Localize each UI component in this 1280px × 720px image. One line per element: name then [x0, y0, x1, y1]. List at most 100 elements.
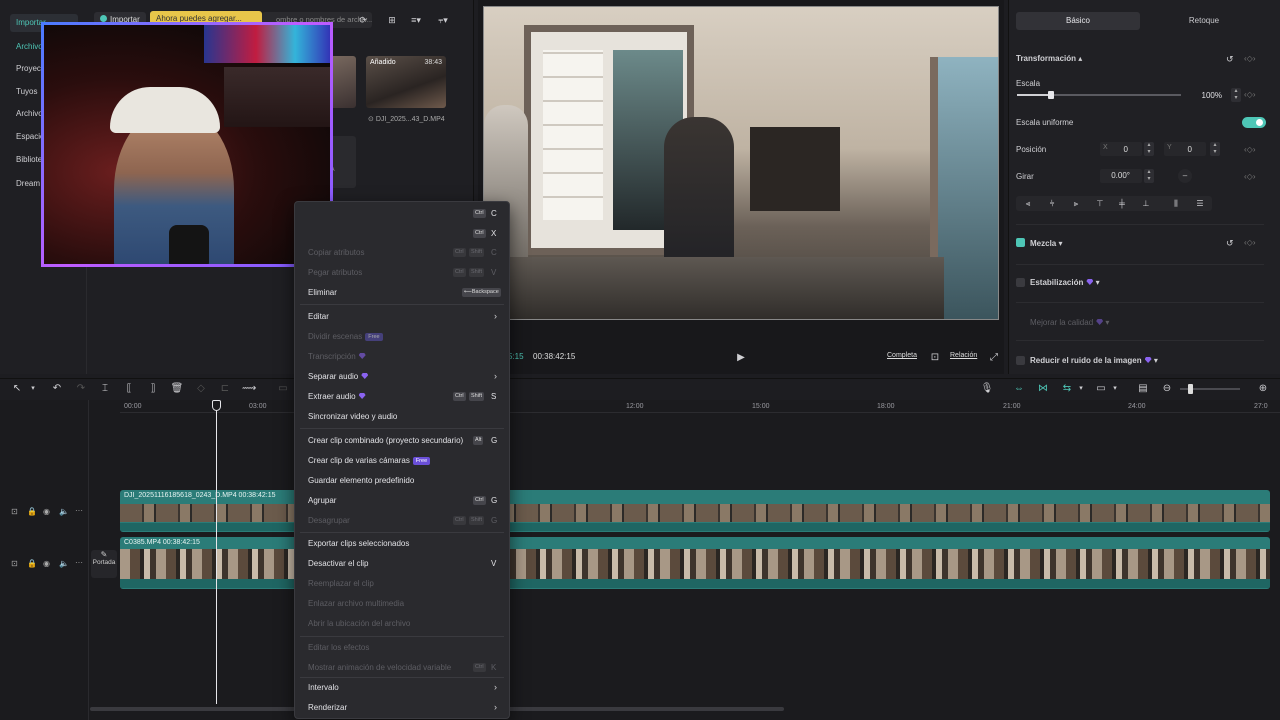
- chevron-down-icon[interactable]: ▾: [26, 382, 40, 396]
- align-center-v-icon[interactable]: ╪: [1116, 198, 1128, 209]
- playhead[interactable]: [216, 400, 217, 704]
- redo-icon[interactable]: ↷: [74, 382, 88, 396]
- scale-slider-handle[interactable]: [1048, 91, 1054, 99]
- split-icon[interactable]: ⌶: [98, 382, 112, 396]
- chevron-down-icon[interactable]: ▾: [1074, 382, 1088, 396]
- zoom-in-icon[interactable]: ⊕: [1256, 382, 1270, 396]
- position-y-field[interactable]: Y 0: [1164, 142, 1206, 156]
- more-icon[interactable]: ···: [75, 558, 83, 567]
- rotate-field[interactable]: 0.00°: [1100, 169, 1142, 183]
- align-center-h-icon[interactable]: ⫩: [1046, 198, 1058, 209]
- rotate-stepper[interactable]: ▴ ▾: [1144, 169, 1154, 183]
- video-clip[interactable]: DJI_20251116185618_0243_D.MP4 00:38:42:1…: [120, 490, 1270, 532]
- blend-checkbox[interactable]: [1016, 238, 1025, 247]
- menu-item-extract-audio[interactable]: Extraer audio: [308, 392, 366, 401]
- snapshot-icon[interactable]: ⊡: [929, 351, 941, 363]
- refresh-icon[interactable]: ⟳: [358, 14, 368, 26]
- tab-basic[interactable]: Básico: [1016, 12, 1140, 30]
- menu-item-disable-clip[interactable]: Desactivar el clip: [308, 559, 368, 568]
- select-tool-icon[interactable]: ↖: [10, 382, 24, 396]
- align-left-icon[interactable]: ⫷: [1022, 198, 1034, 209]
- menu-item-transcription[interactable]: Transcripción: [308, 352, 366, 361]
- speaker-icon[interactable]: 🔈: [59, 559, 69, 568]
- denoise-section[interactable]: Reducir el ruido de la imagen ▾: [1030, 356, 1158, 365]
- menu-item-ungroup[interactable]: Desagrupar: [308, 516, 350, 525]
- snap-icon[interactable]: ⇔: [1012, 382, 1026, 396]
- delete-icon[interactable]: 🗑: [170, 382, 184, 396]
- menu-item-render[interactable]: Renderizar: [308, 703, 347, 712]
- align-right-icon[interactable]: ⫸: [1070, 198, 1082, 209]
- menu-item-paste-attributes[interactable]: Pegar atributos: [308, 268, 362, 277]
- link-icon[interactable]: ⇆: [1060, 382, 1074, 396]
- menu-item-replace-clip[interactable]: Reemplazar el clip: [308, 579, 374, 588]
- menu-item-create-multicam-clip[interactable]: Crear clip de varias cámaras Free: [308, 456, 431, 465]
- trim-start-icon[interactable]: ⟦: [122, 382, 136, 396]
- menu-item-sync-audio-video[interactable]: Sincronizar video y audio: [308, 412, 397, 421]
- cover-button[interactable]: ✎ Portada: [91, 550, 117, 578]
- eye-icon[interactable]: ◉: [43, 507, 50, 516]
- distribute-h-icon[interactable]: ⫼: [1170, 198, 1182, 209]
- align-top-icon[interactable]: ⊤: [1094, 198, 1106, 209]
- lock-icon[interactable]: 🔒: [27, 507, 37, 516]
- sort-icon[interactable]: ≡▾: [408, 14, 424, 26]
- menu-item-separate-audio[interactable]: Separar audio: [308, 372, 369, 381]
- menu-item-split-scenes[interactable]: Dividir escenas Free: [308, 332, 383, 341]
- menu-item-export-selected[interactable]: Exportar clips seleccionados: [308, 539, 409, 548]
- grid-view-icon[interactable]: ⊞: [386, 14, 398, 26]
- eye-icon[interactable]: ◉: [43, 559, 50, 568]
- menu-item-edit-effects[interactable]: Editar los efectos: [308, 643, 369, 652]
- reset-icon[interactable]: ↺: [1226, 54, 1234, 65]
- menu-item-group[interactable]: Agrupar: [308, 496, 336, 505]
- blend-section[interactable]: Mezcla ▾: [1030, 239, 1062, 248]
- keyframe-icon[interactable]: ‹◇›: [1244, 90, 1255, 99]
- stabilize-section[interactable]: Estabilización ▾: [1030, 278, 1100, 287]
- rotate-dial-icon[interactable]: –: [1178, 169, 1192, 183]
- undo-icon[interactable]: ↶: [50, 382, 64, 396]
- video-clip[interactable]: C0385.MP4 00:38:42:15: [120, 537, 1270, 589]
- transform-section[interactable]: Transformación ▴: [1016, 54, 1082, 63]
- keyframe-icon[interactable]: ‹◇›: [1244, 145, 1255, 154]
- menu-item-delete[interactable]: Eliminar: [308, 288, 337, 297]
- align-bottom-icon[interactable]: ⊥: [1140, 198, 1152, 209]
- magnet-icon[interactable]: ⋈: [1036, 382, 1050, 396]
- trim-end-icon[interactable]: ⟧: [146, 382, 160, 396]
- speaker-icon[interactable]: 🔈: [59, 507, 69, 516]
- zoom-out-icon[interactable]: ⊖: [1160, 382, 1174, 396]
- mark-icon[interactable]: ◇: [194, 382, 208, 396]
- quality-select[interactable]: Completa: [887, 352, 917, 359]
- keyframe-icon[interactable]: ‹◇›: [1244, 238, 1255, 247]
- filter-icon[interactable]: ⫧▾: [434, 14, 452, 26]
- microphone-icon[interactable]: 🎙: [980, 382, 994, 396]
- speed-icon[interactable]: ⟿: [242, 382, 256, 396]
- uniform-scale-toggle[interactable]: [1242, 117, 1266, 128]
- lock-icon[interactable]: 🔒: [27, 559, 37, 568]
- scale-stepper[interactable]: ▴ ▾: [1231, 88, 1241, 102]
- more-tools-icon[interactable]: ▭: [276, 382, 290, 396]
- position-x-field[interactable]: X 0: [1100, 142, 1142, 156]
- position-y-stepper[interactable]: ▴ ▾: [1210, 142, 1220, 156]
- menu-item-save-preset[interactable]: Guardar elemento predefinido: [308, 476, 414, 485]
- tab-retouch[interactable]: Retoque: [1142, 12, 1266, 30]
- menu-item-create-compound-clip[interactable]: Crear clip combinado (proyecto secundari…: [308, 436, 463, 445]
- media-thumbnail[interactable]: Añadido 38:43: [366, 56, 446, 108]
- video-preview[interactable]: [483, 6, 999, 320]
- crop-icon[interactable]: ⊏: [218, 382, 232, 396]
- position-x-stepper[interactable]: ▴ ▾: [1144, 142, 1154, 156]
- keyframe-icon[interactable]: ‹◇›: [1244, 172, 1255, 181]
- chevron-down-icon[interactable]: ▾: [1108, 382, 1122, 396]
- playhead-handle[interactable]: [212, 400, 221, 411]
- ratio-select[interactable]: Relación: [950, 352, 977, 359]
- play-icon[interactable]: ▶: [736, 352, 746, 363]
- more-icon[interactable]: ···: [75, 506, 83, 515]
- keyframe-icon[interactable]: ‹◇›: [1244, 54, 1255, 63]
- menu-item-show-speed-animation[interactable]: Mostrar animación de velocidad variable: [308, 663, 451, 672]
- scale-value[interactable]: 100%: [1190, 91, 1222, 100]
- render-preview-icon[interactable]: ▤: [1136, 382, 1150, 396]
- denoise-checkbox[interactable]: [1016, 356, 1025, 365]
- menu-item-relink-media[interactable]: Enlazar archivo multimedia: [308, 599, 404, 608]
- zoom-slider-handle[interactable]: [1188, 384, 1193, 394]
- reset-icon[interactable]: ↺: [1226, 238, 1234, 249]
- display-icon[interactable]: ▭: [1094, 382, 1108, 396]
- distribute-v-icon[interactable]: ☰: [1194, 198, 1206, 209]
- menu-item-open-file-location[interactable]: Abrir la ubicación del archivo: [308, 619, 410, 628]
